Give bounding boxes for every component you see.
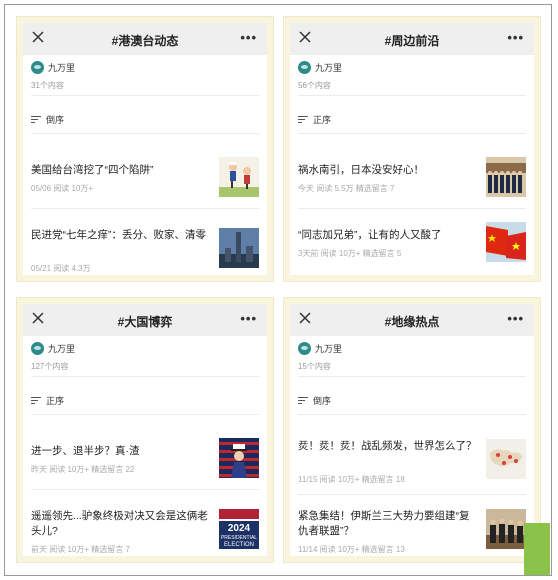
article-thumbnail: 2024 PRESIDENTIAL ELECTION (219, 509, 259, 549)
sort-icon (31, 115, 41, 124)
more-icon[interactable]: ••• (240, 30, 257, 45)
divider (298, 95, 526, 96)
panel-geopolitical-hotspots: #地缘热点 ••• 九万里 15个内容 倒序 烎！烎！烎！战乱频发，世界怎么了？… (283, 297, 541, 563)
panel-great-power-rivalry: #大国博弈 ••• 九万里 127个内容 正序 进一步、退半步？真·渣 昨天 阅… (16, 297, 274, 563)
divider (298, 376, 526, 377)
article-title: 祸水南引，日本没安好心！ (298, 164, 424, 176)
election-line2-text: ELECTION (224, 542, 254, 548)
article-meta: 3天前 阅读 10万+ 精选留言 5 (298, 249, 402, 258)
article-title: 美国给台湾挖了“四个陷阱” (31, 164, 154, 176)
content-count: 127个内容 (31, 362, 69, 371)
top-bar: #地缘热点 ••• (290, 304, 534, 336)
sort-toggle[interactable]: 正序 (298, 113, 331, 126)
collection-card: #港澳台动态 ••• 九万里 31个内容 倒序 美国给台湾挖了“四个陷阱” 05… (23, 23, 267, 275)
sort-toggle[interactable]: 倒序 (31, 113, 64, 126)
article-meta: 今天 阅读 5.5万 精选留言 7 (298, 184, 395, 193)
divider (298, 494, 526, 495)
panel-periphery-frontline: #周边前沿 ••• 九万里 56个内容 正序 祸水南引，日本没安好心！ 今天 阅… (283, 16, 541, 282)
sort-icon (298, 396, 308, 405)
divider (298, 133, 526, 134)
article-item[interactable]: 遥遥领先...驴象终极对决又会是这俩老头儿? 前天 阅读 10万+ 精选留言 7… (31, 509, 259, 556)
article-meta: 11/15 阅读 10万+ 精选留言 18 (298, 475, 405, 484)
article-thumbnail (219, 157, 259, 197)
author-name: 九万里 (315, 344, 343, 354)
article-item[interactable]: 美国给台湾挖了“四个陷阱” 05/06 阅读 10万+ (31, 157, 259, 221)
article-thumbnail (486, 222, 526, 262)
article-title: 紧急集结！伊斯兰三大势力要组建“复仇者联盟”？ (298, 510, 470, 537)
divider (298, 208, 526, 209)
sort-toggle[interactable]: 倒序 (298, 394, 331, 407)
article-item[interactable]: 民进党“七年之痒”：丢分、败家、清零 05/21 阅读 4.3万 (31, 228, 259, 275)
more-icon[interactable]: ••• (507, 30, 524, 45)
author-name: 九万里 (48, 344, 76, 354)
article-thumbnail (486, 157, 526, 197)
author-name: 九万里 (48, 63, 76, 73)
more-icon[interactable]: ••• (240, 311, 257, 326)
divider (31, 95, 259, 96)
content-count: 56个内容 (298, 81, 331, 90)
divider (31, 133, 259, 134)
content-count: 31个内容 (31, 81, 64, 90)
article-title: “同志加兄弟”，让有的人又酸了 (298, 229, 442, 241)
article-item[interactable]: 紧急集结！伊斯兰三大势力要组建“复仇者联盟”？ 11/14 阅读 10万+ 精选… (298, 509, 526, 556)
sort-label: 倒序 (313, 396, 332, 406)
collection-title: #周边前沿 (384, 34, 440, 48)
author-row[interactable]: 九万里 (298, 61, 342, 74)
sort-label: 正序 (46, 396, 65, 406)
collection-title: #地缘热点 (384, 315, 440, 329)
top-bar: #港澳台动态 ••• (23, 23, 267, 55)
article-thumbnail (219, 438, 259, 478)
green-accent-bar (524, 523, 550, 575)
article-meta: 05/21 阅读 4.3万 (31, 264, 91, 273)
more-icon[interactable]: ••• (507, 311, 524, 326)
article-title: 烎！烎！烎！战乱频发，世界怎么了？ (298, 440, 477, 452)
article-meta: 前天 阅读 10万+ 精选留言 7 (31, 545, 130, 554)
top-bar: #周边前沿 ••• (290, 23, 534, 55)
collage-frame: #港澳台动态 ••• 九万里 31个内容 倒序 美国给台湾挖了“四个陷阱” 05… (4, 4, 552, 576)
divider (298, 414, 526, 415)
election-year-text: 2024 (228, 523, 251, 534)
author-name: 九万里 (315, 63, 343, 73)
collection-card: #大国博弈 ••• 九万里 127个内容 正序 进一步、退半步？真·渣 昨天 阅… (23, 304, 267, 556)
article-thumbnail (486, 509, 526, 549)
collection-title: #港澳台动态 (111, 34, 179, 48)
article-thumbnail (486, 439, 526, 479)
article-meta: 05/06 阅读 10万+ (31, 184, 94, 193)
avatar (31, 61, 44, 74)
election-line1-text: PRESIDENTIAL (221, 535, 257, 541)
article-item[interactable]: 祸水南引，日本没安好心！ 今天 阅读 5.5万 精选留言 7 (298, 157, 526, 221)
sort-label: 倒序 (46, 115, 65, 125)
article-item[interactable]: 烎！烎！烎！战乱频发，世界怎么了？ 11/15 阅读 10万+ 精选留言 18 (298, 439, 526, 497)
author-row[interactable]: 九万里 (31, 61, 75, 74)
article-meta: 11/14 阅读 10万+ 精选留言 13 (298, 545, 405, 554)
sort-icon (298, 115, 308, 124)
article-thumbnail (219, 228, 259, 268)
article-title: 进一步、退半步？真·渣 (31, 445, 140, 457)
article-item[interactable]: 进一步、退半步？真·渣 昨天 阅读 10万+ 精选留言 22 (31, 438, 259, 502)
avatar (298, 342, 311, 355)
article-title: 民进党“七年之痒”：丢分、败家、清零 (31, 229, 206, 241)
divider (31, 489, 259, 490)
article-meta: 昨天 阅读 10万+ 精选留言 22 (31, 465, 135, 474)
top-bar: #大国博弈 ••• (23, 304, 267, 336)
article-title: 遥遥领先...驴象终极对决又会是这俩老头儿? (31, 510, 208, 537)
collection-card: #周边前沿 ••• 九万里 56个内容 正序 祸水南引，日本没安好心！ 今天 阅… (290, 23, 534, 275)
collection-card: #地缘热点 ••• 九万里 15个内容 倒序 烎！烎！烎！战乱频发，世界怎么了？… (290, 304, 534, 556)
avatar (298, 61, 311, 74)
panel-hongkong-macau-taiwan: #港澳台动态 ••• 九万里 31个内容 倒序 美国给台湾挖了“四个陷阱” 05… (16, 16, 274, 282)
divider (31, 208, 259, 209)
divider (31, 376, 259, 377)
avatar (31, 342, 44, 355)
sort-label: 正序 (313, 115, 332, 125)
collection-title: #大国博弈 (117, 315, 173, 329)
sort-toggle[interactable]: 正序 (31, 394, 64, 407)
author-row[interactable]: 九万里 (31, 342, 75, 355)
article-item[interactable]: “同志加兄弟”，让有的人又酸了 3天前 阅读 10万+ 精选留言 5 (298, 222, 526, 275)
divider (31, 414, 259, 415)
content-count: 15个内容 (298, 362, 331, 371)
sort-icon (31, 396, 41, 405)
author-row[interactable]: 九万里 (298, 342, 342, 355)
